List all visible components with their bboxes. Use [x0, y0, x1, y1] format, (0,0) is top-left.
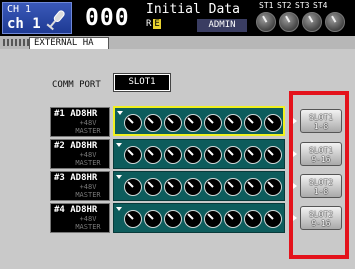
external-ha-panel: COMM PORT SLOT1 #1 AD8HR +48V MASTER #2 …	[0, 49, 355, 269]
strip-arrow-icon	[117, 111, 123, 115]
tab-row: EXTERNAL HA	[0, 36, 355, 49]
gain-knob-icon[interactable]	[244, 210, 262, 228]
gain-knob-icon[interactable]	[184, 114, 202, 132]
unit-2-phantom: +48V	[79, 151, 97, 159]
comm-port-label: COMM PORT	[52, 80, 101, 90]
slot-button-line1: SLOT1	[308, 113, 334, 122]
slot-arrow-icon	[293, 151, 297, 157]
slot2-9-16-button[interactable]: SLOT2 9-16	[300, 206, 342, 230]
gain-knob-icon[interactable]	[144, 146, 162, 164]
scene-title: Initial Data	[146, 2, 240, 17]
unit-3-phantom: +48V	[79, 183, 97, 191]
slot-arrow-icon	[293, 183, 297, 189]
unit-2-knob-strip[interactable]	[113, 139, 285, 169]
gain-knob-icon[interactable]	[244, 178, 262, 196]
unit-1-name: #1 AD8HR	[54, 109, 98, 119]
gain-knob-icon[interactable]	[124, 114, 142, 132]
comm-port-selector[interactable]: SLOT1	[113, 73, 171, 92]
unit-3-name: #3 AD8HR	[54, 173, 98, 183]
slot-button-line2: 9-16	[311, 219, 331, 228]
st2-label: ST2	[277, 1, 292, 10]
slot2-1-8-button[interactable]: SLOT2 1-8	[300, 174, 342, 198]
gain-knob-icon[interactable]	[264, 210, 282, 228]
scene-flags: RE	[146, 19, 161, 29]
gain-knob-icon[interactable]	[224, 146, 242, 164]
tab-external-ha[interactable]: EXTERNAL HA	[29, 37, 109, 49]
gain-knob-icon[interactable]	[124, 178, 142, 196]
slot-arrow-icon	[293, 215, 297, 221]
user-badge[interactable]: ADMIN	[197, 19, 247, 32]
gain-knob-icon[interactable]	[244, 146, 262, 164]
unit-1-box[interactable]: #1 AD8HR +48V MASTER	[50, 107, 110, 137]
gain-knob-icon[interactable]	[264, 114, 282, 132]
unit-4-name: #4 AD8HR	[54, 205, 98, 215]
gain-knob-icon[interactable]	[204, 210, 222, 228]
grip-handle-icon[interactable]	[3, 39, 29, 46]
unit-2-box[interactable]: #2 AD8HR +48V MASTER	[50, 139, 110, 169]
st3-knob-icon[interactable]	[302, 12, 322, 32]
channel-number: CH 1	[7, 4, 32, 15]
st1-knob-icon[interactable]	[256, 12, 276, 32]
gain-knob-icon[interactable]	[124, 146, 142, 164]
strip-arrow-icon	[116, 175, 122, 179]
gain-knob-icon[interactable]	[144, 178, 162, 196]
unit-4-phantom: +48V	[79, 215, 97, 223]
slot-arrow-icon	[293, 118, 297, 124]
slot-button-line2: 1-8	[313, 122, 329, 131]
unit-3-knob-strip[interactable]	[113, 171, 285, 201]
scene-flag-e: E	[153, 19, 161, 29]
unit-3-master: MASTER	[75, 191, 101, 199]
st4-knob-icon[interactable]	[325, 12, 345, 32]
st3-label: ST3	[295, 1, 310, 10]
strip-arrow-icon	[116, 143, 122, 147]
unit-3-box[interactable]: #3 AD8HR +48V MASTER	[50, 171, 110, 201]
slot-button-line1: SLOT2	[308, 210, 334, 219]
unit-1-phantom: +48V	[79, 119, 97, 127]
scene-number[interactable]: 000	[85, 5, 130, 31]
gain-knob-icon[interactable]	[264, 178, 282, 196]
gain-knob-icon[interactable]	[164, 146, 182, 164]
gain-knob-icon[interactable]	[144, 114, 162, 132]
slot1-9-16-button[interactable]: SLOT1 9-16	[300, 142, 342, 166]
gain-knob-icon[interactable]	[164, 114, 182, 132]
top-status-bar: CH 1 ch 1 000 Initial Data RE ADMIN ST1 …	[0, 0, 355, 36]
gain-knob-icon[interactable]	[204, 146, 222, 164]
channel-selector[interactable]: CH 1 ch 1	[2, 2, 72, 34]
gain-knob-icon[interactable]	[224, 178, 242, 196]
gain-knob-icon[interactable]	[124, 210, 142, 228]
st1-label: ST1	[259, 1, 274, 10]
unit-1-knob-strip[interactable]	[113, 106, 285, 136]
gain-knob-icon[interactable]	[144, 210, 162, 228]
slot-button-line1: SLOT1	[308, 146, 334, 155]
slot-button-line2: 9-16	[311, 155, 331, 164]
unit-1-master: MASTER	[75, 127, 101, 135]
unit-2-master: MASTER	[75, 159, 101, 167]
microphone-icon	[46, 10, 65, 31]
unit-4-knob-strip[interactable]	[113, 203, 285, 233]
unit-4-box[interactable]: #4 AD8HR +48V MASTER	[50, 203, 110, 233]
strip-arrow-icon	[116, 207, 122, 211]
gain-knob-icon[interactable]	[164, 178, 182, 196]
slot-button-line2: 1-8	[313, 187, 329, 196]
gain-knob-icon[interactable]	[204, 114, 222, 132]
gain-knob-icon[interactable]	[184, 146, 202, 164]
gain-knob-icon[interactable]	[184, 210, 202, 228]
st4-label: ST4	[313, 1, 328, 10]
slot-button-line1: SLOT2	[308, 178, 334, 187]
gain-knob-icon[interactable]	[264, 146, 282, 164]
unit-2-name: #2 AD8HR	[54, 141, 98, 151]
gain-knob-icon[interactable]	[184, 178, 202, 196]
gain-knob-icon[interactable]	[204, 178, 222, 196]
slot1-1-8-button[interactable]: SLOT1 1-8	[300, 109, 342, 133]
gain-knob-icon[interactable]	[224, 114, 242, 132]
gain-knob-icon[interactable]	[164, 210, 182, 228]
channel-name: ch 1	[7, 16, 41, 32]
unit-4-master: MASTER	[75, 223, 101, 231]
gain-knob-icon[interactable]	[224, 210, 242, 228]
gain-knob-icon[interactable]	[244, 114, 262, 132]
scene-flag-r: R	[146, 19, 152, 29]
st2-knob-icon[interactable]	[279, 12, 299, 32]
